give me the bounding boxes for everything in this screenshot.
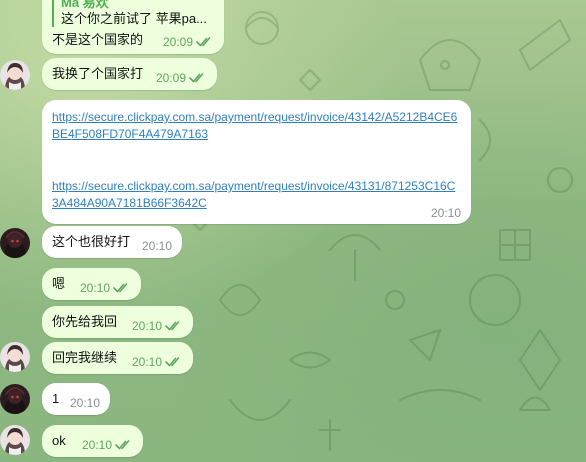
dark-hooded-avatar-icon [0,228,30,258]
message-bubble[interactable]: 1 20:10 [42,383,110,415]
reply-preview[interactable]: Ma 易欢 这个你之前试了 苹果pa... [52,0,214,27]
message-meta: 20:10 [431,206,461,220]
message-bubble[interactable]: 我换了个国家打 20:09 [42,58,217,90]
message-bubble[interactable]: ok 20:10 [42,425,143,457]
message-meta: 20:10 [132,355,183,369]
message-time: 20:09 [155,71,186,85]
double-check-icon [113,283,128,293]
message-meta: 20:09 [163,35,214,49]
message-meta: 20:10 [70,396,100,410]
contact-avatar[interactable] [0,228,30,258]
message-meta: 20:10 [142,239,172,253]
self-avatar[interactable] [0,60,30,90]
message-meta: 20:10 [82,438,133,452]
message-time: 20:10 [141,239,172,253]
girl-avatar-icon [0,60,30,90]
message-time: 20:10 [131,355,162,369]
double-check-icon [196,37,211,47]
message-meta: 20:10 [80,281,131,295]
reply-quoted-text: 这个你之前试了 苹果pa... [61,11,207,26]
message-meta: 20:10 [132,319,183,333]
message-bubble[interactable]: 你先给我回 20:10 [42,306,193,338]
girl-avatar-icon [0,342,30,372]
reply-sender-name: Ma 易欢 [61,0,109,10]
self-avatar[interactable] [0,425,30,455]
message-bubble[interactable]: 回完我继续 20:10 [42,342,193,374]
message-time: 20:10 [69,396,100,410]
double-check-icon [165,321,180,331]
invoice-link[interactable]: https://secure.clickpay.com.sa/payment/r… [52,178,461,212]
message-meta: 20:09 [156,71,207,85]
contact-avatar[interactable] [0,384,30,414]
double-check-icon [189,73,204,83]
message-time: 20:10 [430,206,461,220]
message-time: 20:10 [79,281,110,295]
message-bubble[interactable]: Ma 易欢 这个你之前试了 苹果pa... 不是这个国家的 20:09 [42,0,224,54]
girl-avatar-icon [0,425,30,455]
double-check-icon [115,440,130,450]
dark-hooded-avatar-icon [0,384,30,414]
message-time: 20:09 [162,35,193,49]
double-check-icon [165,357,180,367]
message-bubble[interactable]: 嗯 20:10 [42,268,141,300]
self-avatar[interactable] [0,342,30,372]
message-bubble[interactable]: https://secure.clickpay.com.sa/payment/r… [42,100,471,224]
invoice-link[interactable]: https://secure.clickpay.com.sa/payment/r… [52,109,461,143]
message-time: 20:10 [81,438,112,452]
message-time: 20:10 [131,319,162,333]
message-bubble[interactable]: 这个也很好打 20:10 [42,226,182,258]
